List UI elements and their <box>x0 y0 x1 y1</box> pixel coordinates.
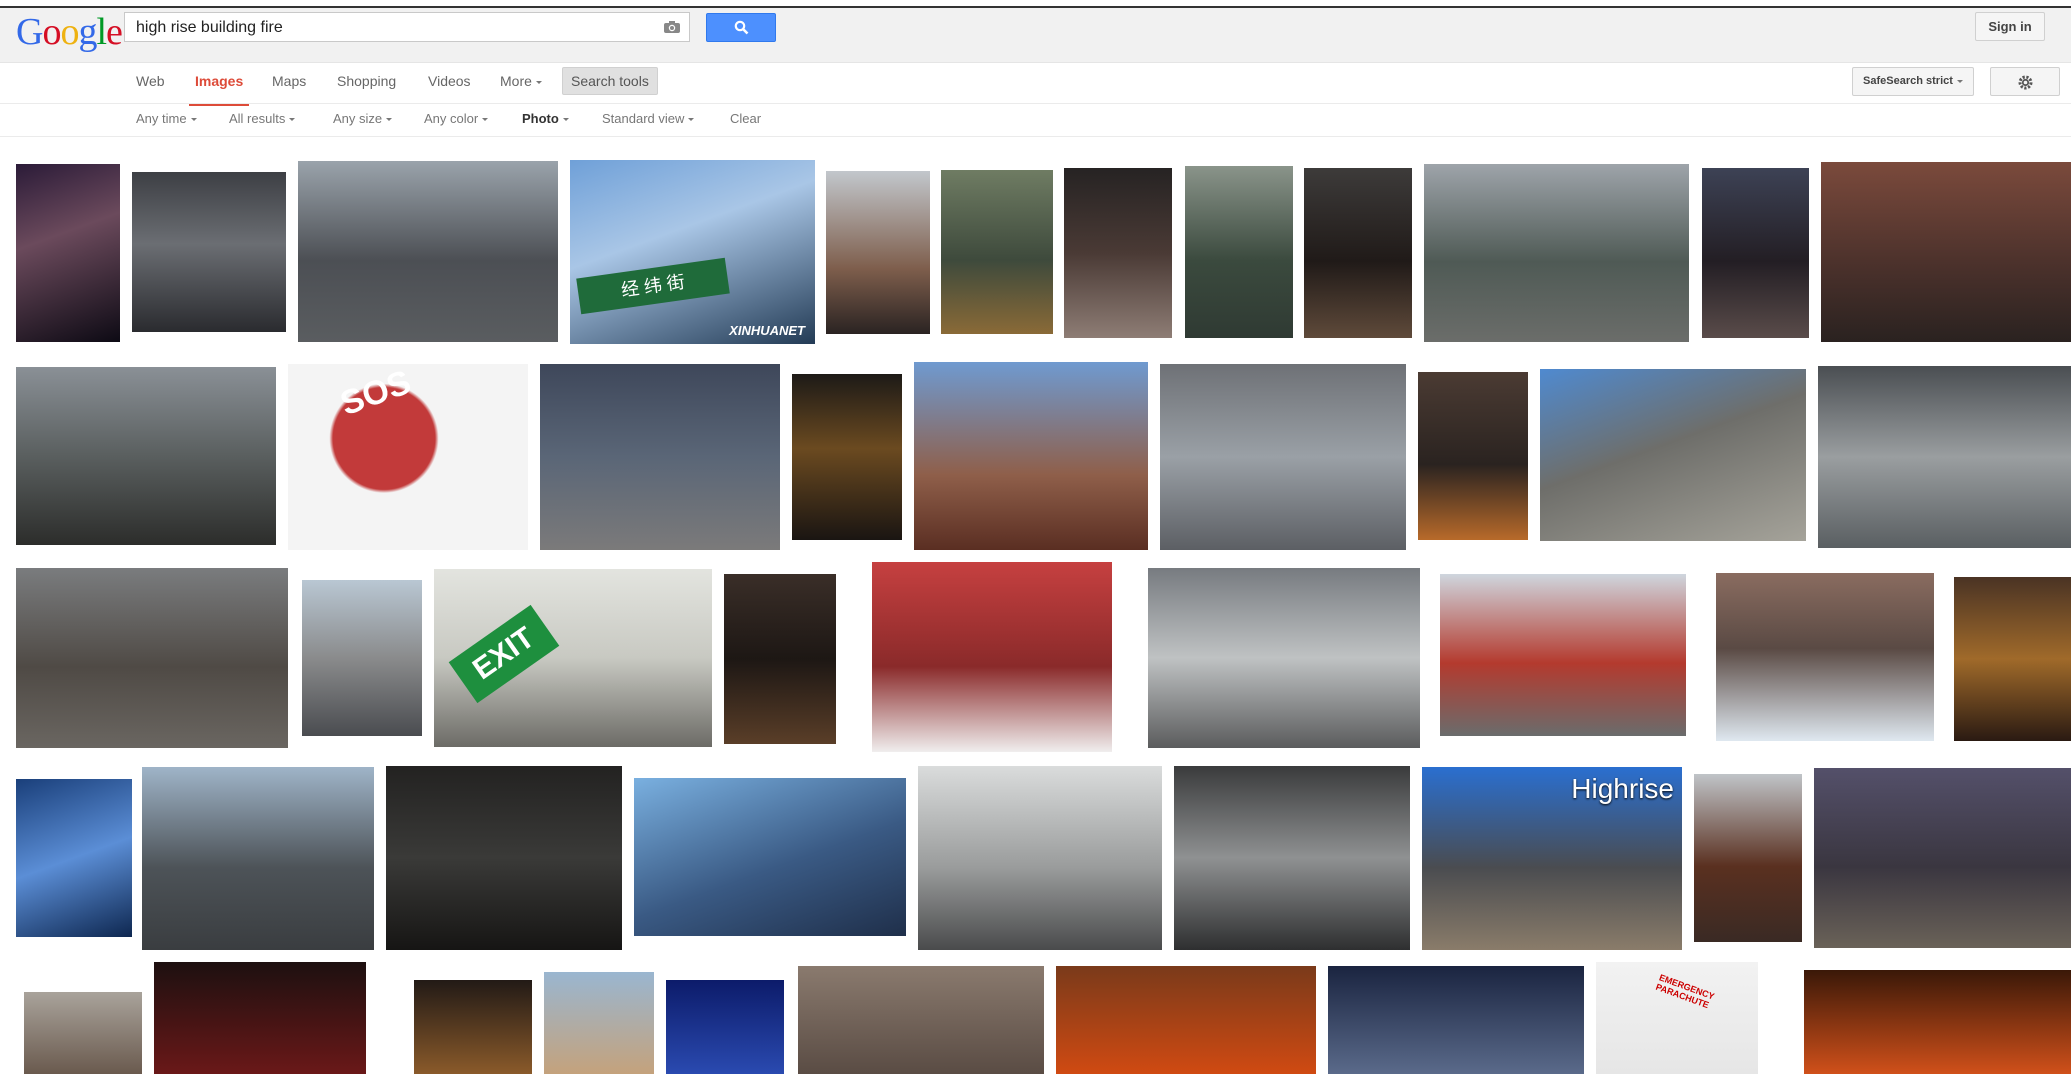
image-thumbnail[interactable] <box>414 980 532 1074</box>
image-thumbnail[interactable] <box>1716 573 1934 741</box>
image-thumbnail[interactable] <box>1821 162 2071 342</box>
exit-sign-text: EXIT <box>448 604 560 704</box>
image-thumbnail[interactable] <box>1304 168 1412 338</box>
image-thumbnail[interactable] <box>386 766 622 950</box>
image-thumbnail[interactable]: EMERGENCY PARACHUTE <box>1596 962 1758 1074</box>
image-thumbnail[interactable] <box>1818 366 2071 548</box>
image-thumbnail[interactable]: SOS <box>288 364 528 550</box>
image-thumbnail[interactable] <box>1424 164 1689 342</box>
image-thumbnail[interactable] <box>16 568 288 748</box>
highrise-label: Highrise <box>1571 773 1674 804</box>
image-thumbnail[interactable]: Highrise <box>1422 767 1682 950</box>
street-sign-text: 经 纬 街 <box>576 257 730 315</box>
image-thumbnail[interactable] <box>1064 168 1172 338</box>
image-thumbnail[interactable] <box>302 580 422 736</box>
image-thumbnail[interactable] <box>918 766 1162 950</box>
sos-text: SOS <box>335 364 416 424</box>
image-thumbnail[interactable] <box>16 164 120 342</box>
image-thumbnail[interactable] <box>1328 966 1584 1074</box>
image-thumbnail[interactable] <box>298 161 558 342</box>
image-thumbnail[interactable] <box>1954 577 2071 741</box>
image-thumbnail[interactable] <box>16 367 276 545</box>
image-thumbnail[interactable] <box>798 966 1044 1074</box>
image-thumbnail[interactable] <box>1440 574 1686 736</box>
image-thumbnail[interactable] <box>634 778 906 936</box>
image-thumbnail[interactable] <box>914 362 1148 550</box>
image-thumbnail[interactable] <box>826 171 930 334</box>
image-thumbnail[interactable] <box>16 779 132 937</box>
image-thumbnail[interactable] <box>666 980 784 1074</box>
image-thumbnail[interactable] <box>1418 372 1528 540</box>
image-thumbnail[interactable] <box>1814 768 2071 948</box>
image-thumbnail[interactable]: 经 纬 街 XINHUANET <box>570 160 815 344</box>
image-thumbnail[interactable] <box>872 562 1112 752</box>
watermark-text: XINHUANET <box>729 323 805 338</box>
image-thumbnail[interactable] <box>544 972 654 1074</box>
image-thumbnail[interactable] <box>1694 774 1802 942</box>
image-thumbnail[interactable] <box>792 374 902 540</box>
image-thumbnail[interactable] <box>1540 369 1806 541</box>
image-thumbnail[interactable] <box>132 172 286 332</box>
image-thumbnail[interactable] <box>154 962 366 1074</box>
image-thumbnail[interactable] <box>1160 364 1406 550</box>
image-thumbnail[interactable] <box>540 364 780 550</box>
image-thumbnail[interactable] <box>1174 766 1410 950</box>
parachute-label: EMERGENCY PARACHUTE <box>1654 972 1716 1011</box>
image-thumbnail[interactable] <box>941 170 1053 334</box>
image-thumbnail[interactable] <box>1185 166 1293 338</box>
image-thumbnail[interactable] <box>1056 966 1316 1074</box>
image-thumbnail[interactable] <box>142 767 374 950</box>
image-results-grid: 经 纬 街 XINHUANET SOS EXIT Highrise EMERGENCY P… <box>0 0 2071 1074</box>
image-thumbnail[interactable] <box>24 992 142 1074</box>
image-thumbnail[interactable] <box>1702 168 1809 338</box>
image-thumbnail[interactable]: EXIT <box>434 569 712 747</box>
image-thumbnail[interactable] <box>1804 970 2071 1074</box>
image-thumbnail[interactable] <box>724 574 836 744</box>
image-thumbnail[interactable] <box>1148 568 1420 748</box>
